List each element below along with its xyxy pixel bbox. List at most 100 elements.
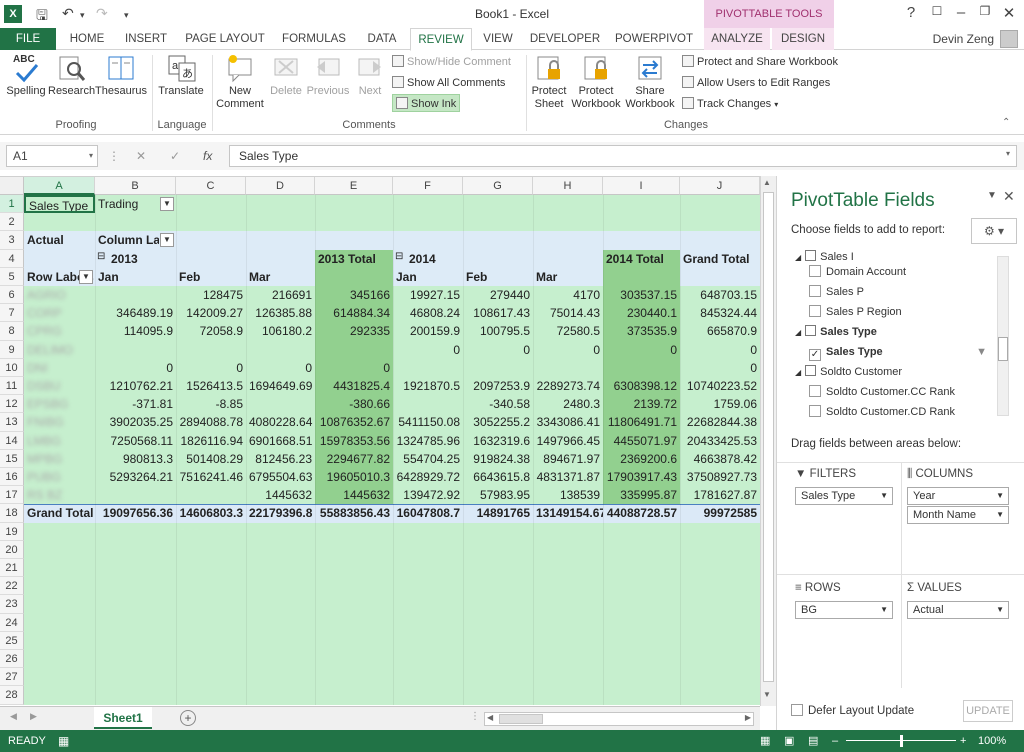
- field-table[interactable]: ◢ Sales I: [791, 250, 1011, 262]
- value-cell[interactable]: 4455071.97: [603, 432, 680, 450]
- field-checkbox[interactable]: [809, 385, 821, 397]
- month-header[interactable]: Mar: [533, 268, 603, 286]
- worksheet-grid[interactable]: ABCDEFGHIJ 1 2 3 4 5 6 7 8 9 10 11 12 13 14 15 16 17 18 19…: [0, 176, 760, 706]
- value-cell[interactable]: 4663878.42: [680, 450, 760, 468]
- field-checkbox[interactable]: [809, 405, 821, 417]
- protect-workbook-button[interactable]: Protect Workbook: [570, 51, 622, 111]
- column-header[interactable]: G: [463, 177, 533, 195]
- row-label[interactable]: DNI: [24, 359, 95, 377]
- value-cell[interactable]: 57983.95: [463, 486, 533, 504]
- value-cell[interactable]: 0: [95, 359, 176, 377]
- tab-design[interactable]: DESIGN: [772, 28, 834, 50]
- show-all-comments-button[interactable]: Show All Comments: [392, 74, 522, 92]
- column-header[interactable]: A: [24, 177, 95, 195]
- value-cell[interactable]: 3052255.2: [463, 413, 533, 431]
- tab-review[interactable]: REVIEW: [410, 28, 472, 51]
- row-header[interactable]: 6: [0, 286, 24, 305]
- row-label[interactable]: LMBG: [24, 432, 95, 450]
- pivot-values-label[interactable]: Actual: [24, 231, 95, 249]
- tab-formulas[interactable]: FORMULAS: [276, 28, 352, 50]
- field-checkbox[interactable]: [809, 265, 821, 277]
- sheet-tab-sheet1[interactable]: Sheet1: [94, 707, 152, 729]
- row-header[interactable]: 4: [0, 249, 24, 268]
- row-header[interactable]: 24: [0, 613, 24, 632]
- hscroll-thumb[interactable]: [499, 714, 543, 724]
- value-cell[interactable]: 7250568.11: [95, 432, 176, 450]
- value-cell[interactable]: 345166: [315, 286, 393, 304]
- grand-total-value[interactable]: 16047808.7: [393, 504, 463, 522]
- value-cell[interactable]: 919824.38: [463, 450, 533, 468]
- value-cell[interactable]: 6901668.51: [246, 432, 315, 450]
- column-header[interactable]: F: [393, 177, 463, 195]
- value-cell[interactable]: -340.58: [463, 395, 533, 413]
- value-cell[interactable]: 373535.9: [603, 322, 680, 340]
- row-header[interactable]: 10: [0, 358, 24, 377]
- field-item[interactable]: Soldto Customer.CD Rank: [791, 402, 1011, 420]
- year-2014-header[interactable]: 2014: [393, 250, 463, 268]
- value-cell[interactable]: 1526413.5: [176, 377, 246, 395]
- value-cell[interactable]: 845324.44: [680, 304, 760, 322]
- pivot-filter-label[interactable]: Sales Type: [24, 195, 95, 214]
- tab-home[interactable]: HOME: [62, 28, 112, 50]
- value-cell[interactable]: 4431825.4: [315, 377, 393, 395]
- collapse-triangle-icon[interactable]: ◢: [795, 368, 801, 377]
- field-item[interactable]: Sales P Region: [791, 302, 1011, 322]
- value-cell[interactable]: 2369200.6: [603, 450, 680, 468]
- protect-share-workbook-button[interactable]: Protect and Share Workbook: [682, 53, 842, 71]
- value-cell[interactable]: 0: [463, 341, 533, 359]
- value-cell[interactable]: 1497966.45: [533, 432, 603, 450]
- value-cell[interactable]: 6308398.12: [603, 377, 680, 395]
- ribbon-display-icon[interactable]: ☐: [926, 4, 948, 18]
- tab-view[interactable]: VIEW: [478, 28, 518, 50]
- collapse-icon[interactable]: ⊟: [395, 251, 403, 262]
- grand-total-value[interactable]: 19097656.36: [95, 504, 176, 522]
- collapse-icon[interactable]: ⊟: [97, 251, 105, 262]
- field-table[interactable]: ◢ Soldto Customer: [791, 362, 1011, 382]
- pane-options-icon[interactable]: ▼: [987, 190, 997, 201]
- row-header[interactable]: 11: [0, 377, 24, 396]
- value-cell[interactable]: 10876352.67: [315, 413, 393, 431]
- value-cell[interactable]: 10740223.52: [680, 377, 760, 395]
- grand-total-value[interactable]: 14891765: [463, 504, 533, 522]
- value-cell[interactable]: 3343086.41: [533, 413, 603, 431]
- enter-icon[interactable]: ✓: [170, 149, 180, 163]
- tab-page-layout[interactable]: PAGE LAYOUT: [180, 28, 270, 50]
- translate-button[interactable]: aあ Translate: [156, 51, 206, 98]
- value-cell[interactable]: 0: [680, 359, 760, 377]
- show-hide-comment-button[interactable]: Show/Hide Comment: [392, 53, 522, 71]
- cancel-icon[interactable]: ✕: [136, 149, 146, 163]
- row-label[interactable]: FNIBG: [24, 413, 95, 431]
- value-cell[interactable]: 292335: [315, 322, 393, 340]
- field-item[interactable]: ✓ Sales Type ▼: [791, 342, 1011, 362]
- pivot-column-labels[interactable]: Column Labels: [95, 231, 159, 249]
- row-header[interactable]: 25: [0, 631, 24, 650]
- value-cell[interactable]: 114095.9: [95, 322, 176, 340]
- row-header[interactable]: 2: [0, 213, 24, 232]
- value-cell[interactable]: 0: [533, 341, 603, 359]
- value-cell[interactable]: 7516241.46: [176, 468, 246, 486]
- value-cell[interactable]: -371.81: [95, 395, 176, 413]
- maximize-icon[interactable]: ❐: [974, 4, 996, 18]
- row-header[interactable]: 28: [0, 686, 24, 705]
- track-changes-button[interactable]: Track Changes ▾: [682, 95, 842, 113]
- zoom-in-icon[interactable]: +: [960, 730, 966, 752]
- column-header[interactable]: H: [533, 177, 603, 195]
- defer-layout-update[interactable]: Defer Layout Update: [791, 704, 914, 717]
- field-list-scroll-thumb[interactable]: [998, 337, 1008, 361]
- insert-function-icon[interactable]: fx: [203, 149, 212, 163]
- value-cell[interactable]: 0: [603, 341, 680, 359]
- value-cell[interactable]: 279440: [463, 286, 533, 304]
- value-cell[interactable]: 126385.88: [246, 304, 315, 322]
- value-cell[interactable]: 0: [680, 341, 760, 359]
- value-cell[interactable]: 0: [176, 359, 246, 377]
- row-header[interactable]: 8: [0, 322, 24, 341]
- value-cell[interactable]: 17903917.43: [603, 468, 680, 486]
- row-header[interactable]: 21: [0, 559, 24, 578]
- value-cell[interactable]: 216691: [246, 286, 315, 304]
- filter-item-sales-type[interactable]: Sales Type ▼: [795, 487, 893, 505]
- column-header[interactable]: J: [680, 177, 760, 195]
- collapse-ribbon-icon[interactable]: ⌃: [1002, 117, 1010, 128]
- value-cell[interactable]: 108617.43: [463, 304, 533, 322]
- page-break-view-icon[interactable]: ▤: [808, 730, 818, 752]
- next-comment-button[interactable]: Next: [352, 51, 388, 98]
